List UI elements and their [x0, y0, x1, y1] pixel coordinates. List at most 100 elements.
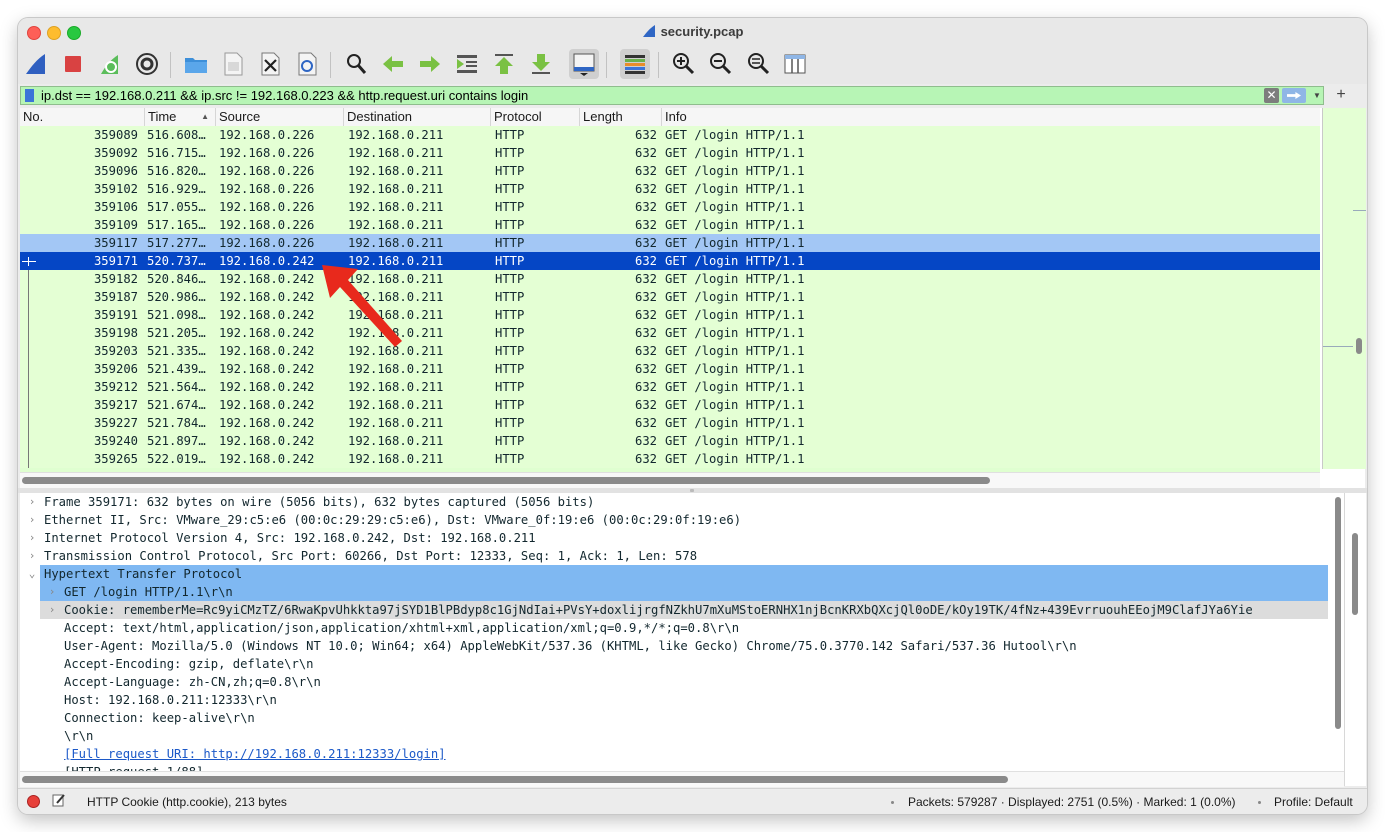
- colorize-button[interactable]: [620, 49, 650, 79]
- packet-row[interactable]: 359092 516.715… 192.168.0.226 192.168.0.211…: [20, 144, 1320, 162]
- packet-list-horizontal-scroll-thumb[interactable]: [22, 477, 990, 484]
- add-filter-button[interactable]: +: [1334, 85, 1348, 105]
- status-profile[interactable]: Profile: Default: [1274, 795, 1353, 809]
- packet-list-vertical-scroll-thumb[interactable]: [1356, 338, 1362, 354]
- go-forward-button[interactable]: [415, 49, 445, 79]
- apply-filter-button[interactable]: [1282, 88, 1306, 103]
- restart-capture-button[interactable]: [95, 49, 125, 79]
- chevron-right-icon[interactable]: ›: [46, 601, 58, 619]
- packet-row-selected[interactable]: 359171 520.737… 192.168.0.242 192.168.0.211…: [20, 252, 1320, 270]
- detail-row-text: User-Agent: Mozilla/5.0 (Windows NT 10.0…: [64, 639, 1077, 653]
- column-header-destination[interactable]: Destination: [343, 108, 490, 126]
- column-header-protocol[interactable]: Protocol: [490, 108, 579, 126]
- detail-row[interactable]: › GET /login HTTP/1.1\r\n: [20, 583, 1328, 601]
- stop-capture-button[interactable]: [58, 49, 88, 79]
- packet-row[interactable]: 359089 516.608… 192.168.0.226 192.168.0.211…: [20, 126, 1320, 144]
- packet-row[interactable]: 359106 517.055… 192.168.0.226 192.168.0.211…: [20, 198, 1320, 216]
- column-header-time[interactable]: Time ▲: [144, 108, 215, 126]
- packet-details-horizontal-scroll-thumb[interactable]: [22, 776, 1008, 783]
- find-packet-button[interactable]: [341, 49, 371, 79]
- zoom-out-button[interactable]: [705, 49, 735, 79]
- side-scroll-thumb[interactable]: [1352, 533, 1358, 615]
- open-file-button[interactable]: [181, 49, 211, 79]
- packet-row[interactable]: 359265 522.019… 192.168.0.242 192.168.0.211…: [20, 450, 1320, 468]
- capture-options-button[interactable]: [132, 49, 162, 79]
- chevron-right-icon[interactable]: ›: [26, 511, 38, 529]
- auto-scroll-button[interactable]: [569, 49, 599, 79]
- packet-cell-no: 359203: [93, 344, 138, 358]
- packet-details-horizontal-scrollbar[interactable]: [20, 771, 1344, 787]
- detail-row[interactable]: Accept: text/html,application/json,appli…: [20, 619, 1328, 637]
- packet-row[interactable]: 359203 521.335… 192.168.0.242 192.168.0.211…: [20, 342, 1320, 360]
- packet-row[interactable]: 359240 521.897… 192.168.0.242 192.168.0.211…: [20, 432, 1320, 450]
- packet-row[interactable]: 359191 521.098… 192.168.0.242 192.168.0.211…: [20, 306, 1320, 324]
- display-filter-box: ✕ ▼: [20, 86, 1324, 105]
- detail-row[interactable]: [Full request URI: http://192.168.0.211:…: [20, 745, 1328, 763]
- detail-row[interactable]: User-Agent: Mozilla/5.0 (Windows NT 10.0…: [20, 637, 1328, 655]
- packet-row[interactable]: 359217 521.674… 192.168.0.242 192.168.0.211…: [20, 396, 1320, 414]
- packet-row[interactable]: 359227 521.784… 192.168.0.242 192.168.0.211…: [20, 414, 1320, 432]
- detail-row[interactable]: › Frame 359171: 632 bytes on wire (5056 b…: [20, 493, 1328, 511]
- packet-cell-source: 192.168.0.242: [219, 452, 315, 466]
- detail-row[interactable]: › Ethernet II, Src: VMware_29:c5:e6 (00:0…: [20, 511, 1328, 529]
- full-request-uri-link[interactable]: [Full request URI: http://192.168.0.211:…: [64, 745, 446, 763]
- packet-row[interactable]: 359206 521.439… 192.168.0.242 192.168.0.211…: [20, 360, 1320, 378]
- filter-history-chevron-down-icon[interactable]: ▼: [1311, 87, 1323, 104]
- detail-row[interactable]: Connection: keep-alive\r\n: [20, 709, 1328, 727]
- packet-details-vertical-scroll-thumb[interactable]: [1335, 497, 1341, 729]
- packet-row[interactable]: 359187 520.986… 192.168.0.242 192.168.0.211…: [20, 288, 1320, 306]
- column-header-info[interactable]: Info: [661, 108, 1320, 126]
- column-header-length[interactable]: Length: [579, 108, 661, 126]
- normal-size-button[interactable]: [743, 49, 773, 79]
- resize-columns-button[interactable]: [780, 49, 810, 79]
- arrow-top-icon: [495, 54, 513, 74]
- packet-row[interactable]: 359102 516.929… 192.168.0.226 192.168.0.211…: [20, 180, 1320, 198]
- chevron-right-icon[interactable]: ›: [26, 493, 38, 511]
- save-file-button[interactable]: [218, 49, 248, 79]
- packet-row[interactable]: 359212 521.564… 192.168.0.242 192.168.0.211…: [20, 378, 1320, 396]
- chevron-right-icon[interactable]: ›: [26, 529, 38, 547]
- detail-row[interactable]: Accept-Language: zh-CN,zh;q=0.8\r\n: [20, 673, 1328, 691]
- filter-bookmark-icon[interactable]: [25, 89, 34, 102]
- packet-row[interactable]: 359182 520.846… 192.168.0.242 192.168.0.211…: [20, 270, 1320, 288]
- detail-row[interactable]: \r\n: [20, 727, 1328, 745]
- go-back-button[interactable]: [378, 49, 408, 79]
- packet-list-vertical-scrollbar[interactable]: [1353, 108, 1365, 469]
- reload-file-button[interactable]: [292, 49, 322, 79]
- detail-row[interactable]: › Transmission Control Protocol, Src Port…: [20, 547, 1328, 565]
- first-packet-button[interactable]: [489, 49, 519, 79]
- packet-list-horizontal-scrollbar[interactable]: [20, 472, 1320, 488]
- detail-row[interactable]: Accept-Encoding: gzip, deflate\r\n: [20, 655, 1328, 673]
- detail-row[interactable]: Host: 192.168.0.211:12333\r\n: [20, 691, 1328, 709]
- annotation-red-arrow: [322, 265, 402, 347]
- packet-details-vertical-scrollbar[interactable]: [1332, 493, 1344, 771]
- packet-details-side-scrollbar[interactable]: [1344, 493, 1366, 786]
- detail-row[interactable]: › Internet Protocol Version 4, Src: 192.1…: [20, 529, 1328, 547]
- expert-info-icon[interactable]: [27, 795, 40, 808]
- display-filter-input[interactable]: [41, 87, 1256, 104]
- column-header-no[interactable]: No.: [20, 108, 144, 126]
- close-file-icon: [261, 52, 280, 76]
- chevron-down-icon[interactable]: ⌄: [26, 565, 38, 583]
- start-capture-button[interactable]: [21, 49, 51, 79]
- column-header-source[interactable]: Source: [215, 108, 343, 126]
- chevron-right-icon[interactable]: ›: [26, 547, 38, 565]
- packet-cell-info: GET /login HTTP/1.1: [665, 362, 805, 376]
- packet-row[interactable]: 359096 516.820… 192.168.0.226 192.168.0.211…: [20, 162, 1320, 180]
- go-to-packet-button[interactable]: [452, 49, 482, 79]
- chevron-right-icon[interactable]: ›: [46, 583, 58, 601]
- packet-row[interactable]: 359109 517.165… 192.168.0.226 192.168.0.211…: [20, 216, 1320, 234]
- zoom-in-button[interactable]: [668, 49, 698, 79]
- detail-row-selected[interactable]: ⌄ Hypertext Transfer Protocol: [20, 565, 1328, 583]
- detail-row[interactable]: › Cookie: rememberMe=Rc9yiCMzTZ/6RwaKpvUh…: [20, 601, 1328, 619]
- packet-row[interactable]: 359198 521.205… 192.168.0.242 192.168.0.211…: [20, 324, 1320, 342]
- packet-row[interactable]: 359117 517.277… 192.168.0.226 192.168.0.211…: [20, 234, 1320, 252]
- clear-filter-button[interactable]: ✕: [1264, 88, 1279, 103]
- packet-cell-info: GET /login HTTP/1.1: [665, 398, 805, 412]
- capture-comment-icon[interactable]: [52, 793, 66, 807]
- detail-row[interactable]: [HTTP request 1/88]: [20, 763, 1328, 771]
- last-packet-button[interactable]: [526, 49, 556, 79]
- packet-cell-time: 516.608…: [147, 128, 206, 142]
- packet-cell-length: 632: [634, 380, 657, 394]
- close-file-button[interactable]: [255, 49, 285, 79]
